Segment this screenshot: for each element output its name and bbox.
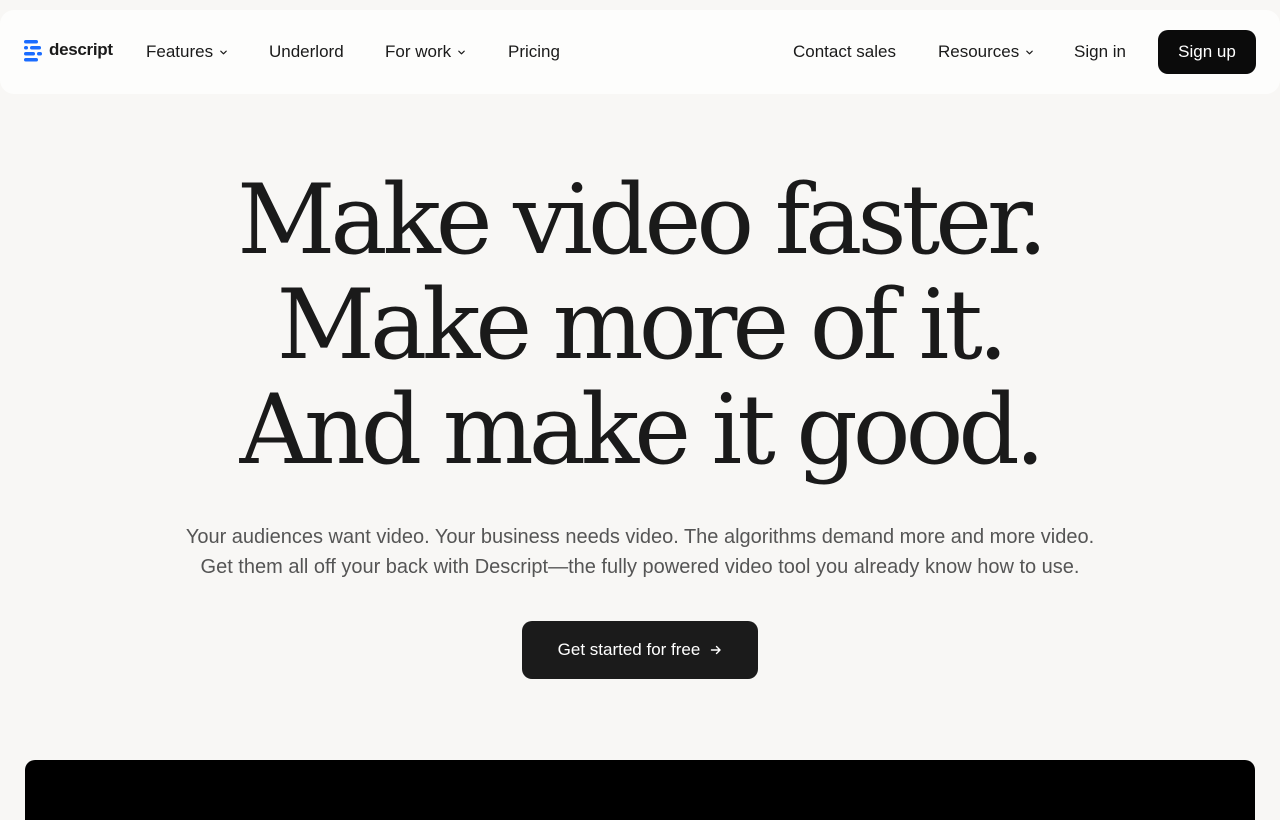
hero-subtitle-line-2: Get them all off your back with Descript… (200, 556, 1080, 578)
nav-underlord[interactable]: Underlord (269, 42, 344, 62)
descript-logo-icon (24, 40, 42, 62)
nav-for-work-label: For work (385, 42, 452, 61)
chevron-down-icon (220, 50, 227, 55)
nav-features-label: Features (146, 42, 214, 61)
get-started-button[interactable]: Get started for free (522, 621, 758, 679)
product-video-preview[interactable] (25, 760, 1255, 820)
hero-subtitle: Your audiences want video. Your business… (0, 522, 1280, 582)
hero-title-line-2: Make more of it. (276, 269, 1009, 381)
hero-title: Make video faster. Make more of it. And … (0, 168, 1280, 483)
sign-in-link[interactable]: Sign in (1074, 42, 1126, 62)
hero-title-line-1: Make video faster. (237, 164, 1048, 276)
hero-subtitle-line-1: Your audiences want video. Your business… (185, 526, 1095, 548)
nav-for-work[interactable]: For work (385, 42, 466, 62)
nav-contact-sales[interactable]: Contact sales (793, 42, 896, 62)
top-navigation: descript Features Underlord For work Pri… (0, 10, 1280, 94)
logo-text: descript (49, 40, 113, 59)
chevron-down-icon (458, 50, 465, 55)
nav-resources[interactable]: Resources (938, 42, 1034, 62)
sign-up-button[interactable]: Sign up (1158, 30, 1256, 74)
nav-features[interactable]: Features (146, 42, 228, 62)
arrow-right-icon (711, 645, 722, 655)
nav-pricing[interactable]: Pricing (508, 42, 560, 62)
hero-title-line-3: And make it good. (239, 374, 1046, 486)
chevron-down-icon (1026, 50, 1034, 55)
nav-resources-label: Resources (938, 42, 1020, 61)
descript-logo-link[interactable]: descript (24, 40, 113, 62)
get-started-label: Get started for free (557, 640, 701, 659)
